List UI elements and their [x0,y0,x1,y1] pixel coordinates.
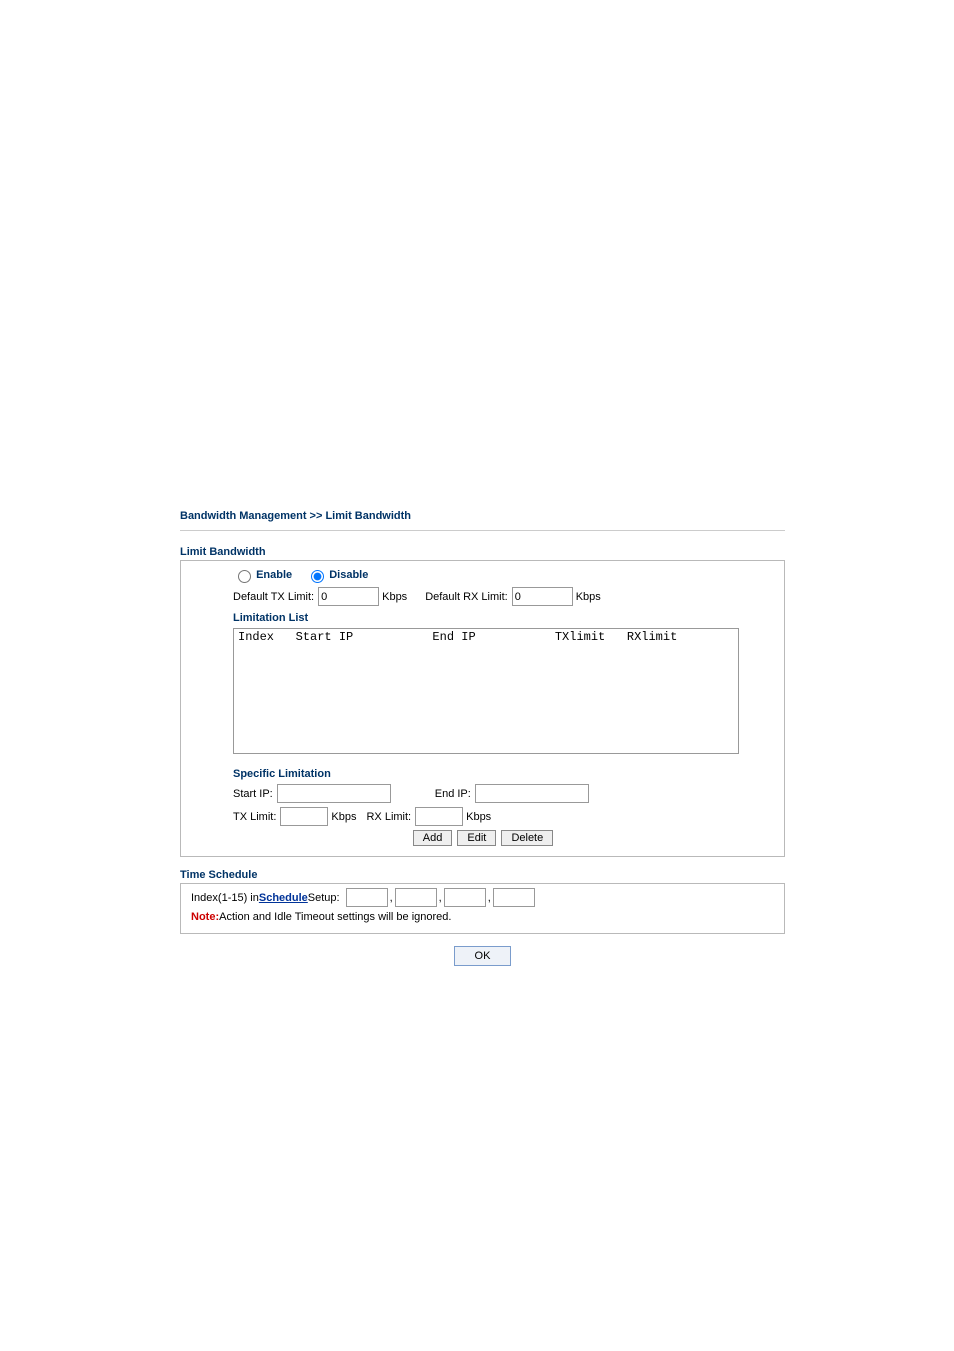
schedule-index-pre: Index(1-15) in [191,892,259,904]
edit-button[interactable]: Edit [457,830,496,846]
schedule-link[interactable]: Schedule [259,892,308,904]
schedule-input-3[interactable] [444,888,486,907]
limitation-list-title: Limitation List [233,612,774,624]
time-schedule-title: Time Schedule [180,869,785,881]
tx-limit-input[interactable] [280,807,328,826]
end-ip-label: End IP: [435,788,471,800]
note-text: Action and Idle Timeout settings will be… [219,911,451,923]
enable-radio-label[interactable]: Enable [233,567,292,583]
start-ip-input[interactable] [277,784,391,803]
ok-button[interactable]: OK [454,946,512,966]
note-label: Note: [191,911,219,923]
end-ip-input[interactable] [475,784,589,803]
limit-bandwidth-panel: Enable Disable Default TX Limit: Kbps De… [180,560,785,857]
disable-text: Disable [329,569,368,581]
breadcrumb: Bandwidth Management >> Limit Bandwidth [180,510,785,531]
default-tx-label: Default TX Limit: [233,591,314,603]
rx-limit-kbps: Kbps [466,811,491,823]
comma-3: , [488,892,491,904]
disable-radio-label[interactable]: Disable [306,567,368,583]
specific-limitation-title: Specific Limitation [233,768,774,780]
enable-radio[interactable] [238,570,251,583]
limitation-list-box[interactable]: Index Start IP End IP TXlimit RXlimit [233,628,739,754]
delete-button[interactable]: Delete [501,830,553,846]
schedule-input-1[interactable] [346,888,388,907]
tx-limit-label: TX Limit: [233,811,276,823]
tx-limit-kbps: Kbps [331,811,356,823]
default-tx-input[interactable] [318,587,379,606]
rx-limit-input[interactable] [415,807,463,826]
tx-kbps-label: Kbps [382,591,407,603]
default-rx-label: Default RX Limit: [425,591,508,603]
schedule-index-post: Setup: [308,892,340,904]
enable-text: Enable [256,569,292,581]
start-ip-label: Start IP: [233,788,273,800]
disable-radio[interactable] [311,570,324,583]
schedule-input-2[interactable] [395,888,437,907]
default-rx-input[interactable] [512,587,573,606]
rx-limit-label: RX Limit: [366,811,411,823]
add-button[interactable]: Add [413,830,453,846]
limit-bandwidth-title: Limit Bandwidth [180,546,785,558]
comma-1: , [390,892,393,904]
rx-kbps-label: Kbps [576,591,601,603]
schedule-input-4[interactable] [493,888,535,907]
comma-2: , [439,892,442,904]
time-schedule-panel: Index(1-15) in Schedule Setup: , , , Not… [180,883,785,934]
